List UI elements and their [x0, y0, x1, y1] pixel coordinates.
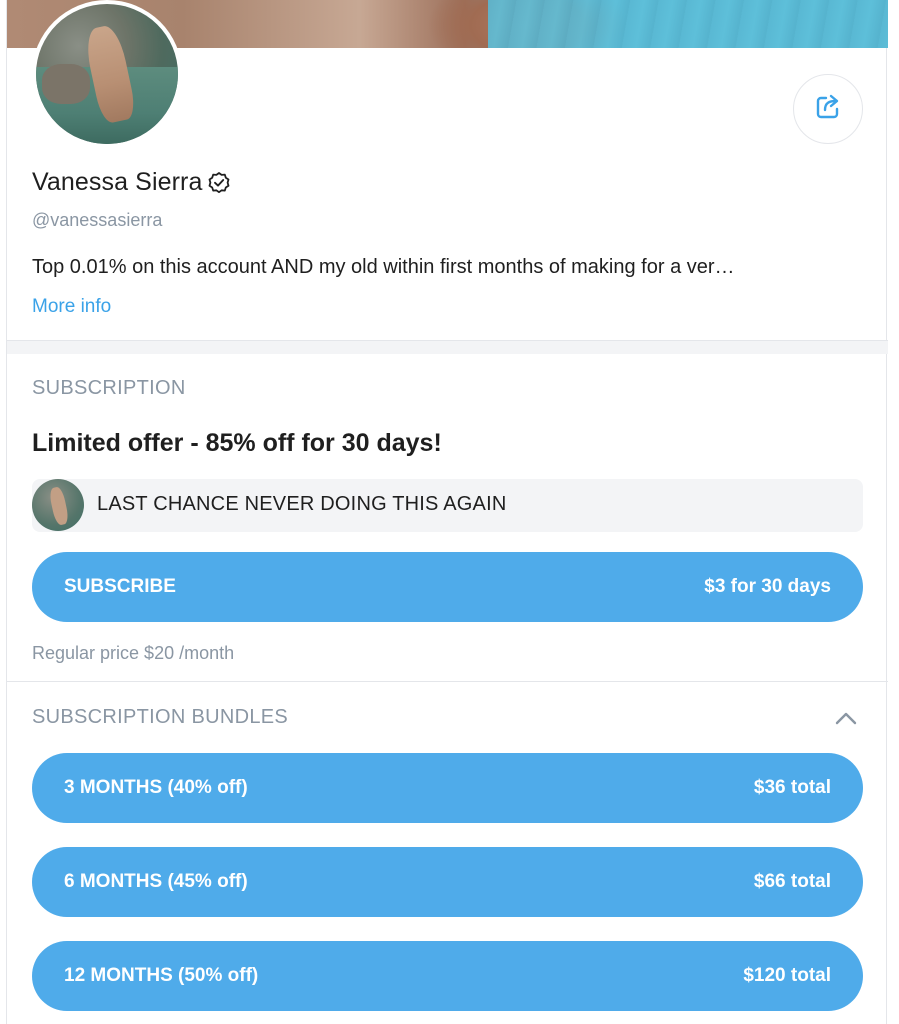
- profile-handle: @vanessasierra: [32, 210, 163, 230]
- offer-title: Limited offer - 85% off for 30 days!: [32, 429, 442, 457]
- verified-badge-icon: [207, 171, 231, 195]
- subscribe-button[interactable]: SUBSCRIBE $3 for 30 days: [32, 552, 863, 622]
- bundle-label: 12 MONTHS (50% off): [64, 965, 259, 986]
- bundle-price: $66 total: [753, 871, 831, 892]
- subscribe-label: SUBSCRIBE: [64, 576, 176, 597]
- share-icon: [813, 92, 843, 127]
- more-info-link[interactable]: More info: [32, 296, 111, 318]
- bundle-label: 6 MONTHS (45% off): [64, 871, 248, 892]
- subscribe-price: $3 for 30 days: [704, 576, 831, 597]
- promo-avatar: [32, 479, 84, 531]
- bundle-label: 3 MONTHS (40% off): [64, 777, 248, 798]
- share-button[interactable]: [793, 74, 863, 144]
- bundle-price: $120 total: [743, 965, 831, 986]
- bundles-section-title: SUBSCRIPTION BUNDLES: [32, 706, 289, 728]
- section-divider: [7, 340, 888, 354]
- promo-message: LAST CHANCE NEVER DOING THIS AGAIN: [32, 479, 863, 532]
- regular-price: Regular price $20 /month: [32, 643, 235, 663]
- profile-bio: Top 0.01% on this account AND my old wit…: [32, 256, 735, 278]
- profile-page: Vanessa Sierra @vanessasierra Top 0.01% …: [6, 0, 888, 1024]
- avatar[interactable]: [32, 0, 182, 148]
- profile-name-row: Vanessa Sierra: [32, 168, 231, 197]
- bundle-button-3-months[interactable]: 3 MONTHS (40% off) $36 total: [32, 753, 863, 823]
- promo-message-text: LAST CHANCE NEVER DOING THIS AGAIN: [97, 493, 507, 515]
- section-separator: [7, 681, 888, 682]
- bundle-button-6-months[interactable]: 6 MONTHS (45% off) $66 total: [32, 847, 863, 917]
- subscription-section-title: SUBSCRIPTION: [32, 377, 186, 399]
- bundle-price: $36 total: [753, 777, 831, 798]
- profile-name: Vanessa Sierra: [32, 168, 203, 196]
- bundle-button-12-months[interactable]: 12 MONTHS (50% off) $120 total: [32, 941, 863, 1011]
- chevron-up-icon[interactable]: [833, 706, 859, 730]
